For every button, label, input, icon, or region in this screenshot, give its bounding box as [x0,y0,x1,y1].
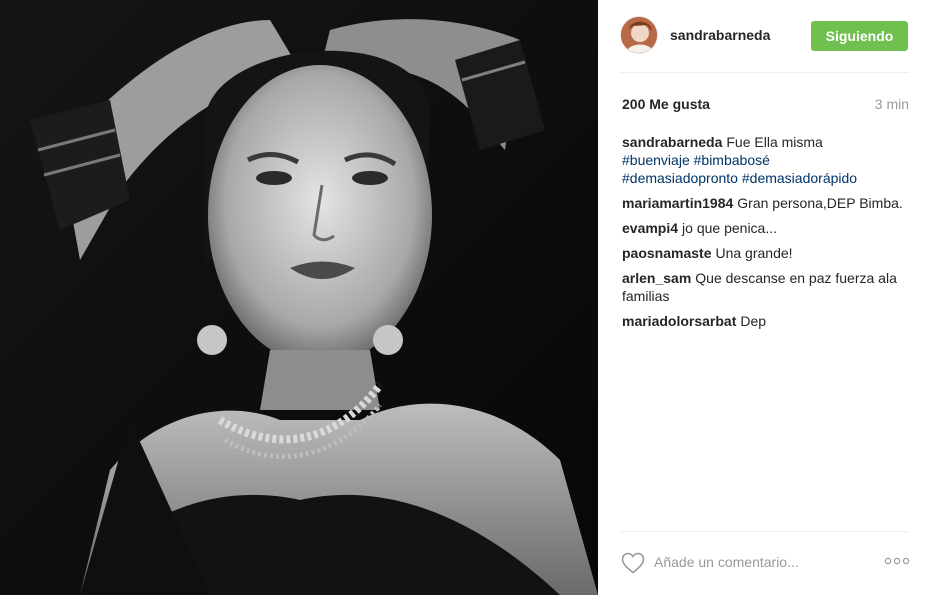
comment-text: jo que penica... [682,220,778,236]
following-button[interactable]: Siguiendo [811,21,908,51]
hashtag[interactable]: #demasiadopronto [622,170,738,186]
divider [620,72,909,73]
comment-item: arlen_sam Que descanse en paz fuerza ala … [622,269,912,305]
comment-text: Dep [740,313,767,329]
hashtag[interactable]: #bimbabosé [694,152,770,168]
post-header: sandrabarneda Siguiendo [598,0,931,72]
caption-text: Fue Ella misma [726,134,823,150]
caption-username[interactable]: sandrabarneda [622,134,722,150]
comment-text: Gran persona,DEP Bimba. [737,195,903,211]
post-details-panel: sandrabarneda Siguiendo 200 Me gusta 3 m… [598,0,931,595]
comment-username[interactable]: evampi4 [622,220,678,236]
comment-text: Una grande! [715,245,793,261]
avatar[interactable] [620,16,658,54]
comments-list: sandrabarneda Fue Ella misma #buenviaje #… [622,133,912,337]
comment-username[interactable]: arlen_sam [622,270,691,286]
portrait-image [0,0,598,595]
instagram-post: sandrabarneda Siguiendo 200 Me gusta 3 m… [0,0,931,595]
more-options-icon[interactable] [884,555,910,567]
header-username[interactable]: sandrabarneda [670,27,770,43]
hashtag[interactable]: #buenviaje [622,152,690,168]
comment-username[interactable]: paosnamaste [622,245,711,261]
add-comment-input[interactable] [654,551,854,573]
comment-username[interactable]: mariadolorsarbat [622,313,736,329]
caption: sandrabarneda Fue Ella misma #buenviaje #… [622,133,912,187]
avatar-image [621,17,657,53]
likes-count[interactable]: 200 Me gusta [622,96,710,112]
comment-item: evampi4 jo que penica... [622,219,912,237]
heart-icon[interactable] [621,552,645,574]
comment-item: mariamartin1984 Gran persona,DEP Bimba. [622,194,912,212]
comment-item: mariadolorsarbat Dep [622,312,912,330]
hashtag[interactable]: #demasiadorápido [742,170,857,186]
comment-item: paosnamaste Una grande! [622,244,912,262]
post-time: 3 min [874,96,909,112]
comment-username[interactable]: mariamartin1984 [622,195,733,211]
comment-bar [598,531,931,595]
post-photo[interactable] [0,0,598,595]
